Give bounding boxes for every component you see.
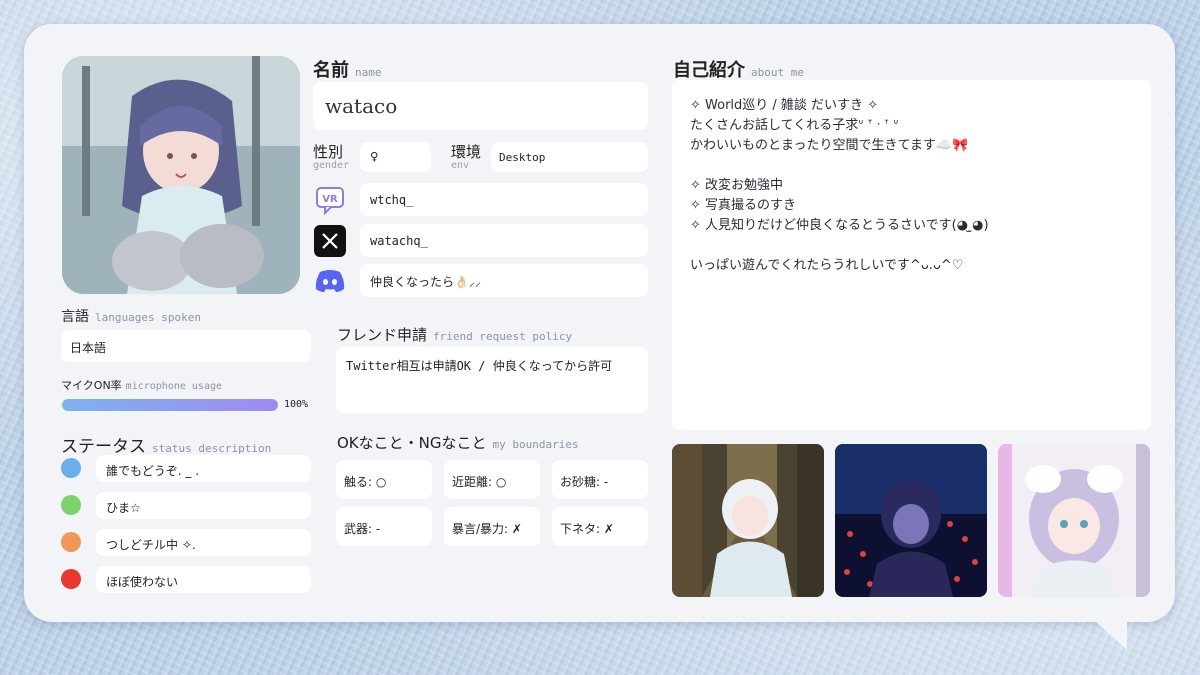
status-item: 誰でもどうぞ. _ . <box>96 455 311 482</box>
x-id-field: watachq_ <box>360 224 648 257</box>
about-line: たくさんお話してくれる子求ᐡ ᐪ ᐧ ᐪ ᐡ <box>690 118 899 133</box>
vrchat-icon: VR <box>314 184 346 216</box>
status-color-dot <box>61 569 81 589</box>
status-item-text: 誰でもどうぞ. _ . <box>106 464 200 478</box>
boundary-item-text: お砂糖: - <box>560 475 609 489</box>
avatar-photo <box>62 56 300 294</box>
env-sublabel: env <box>451 160 470 171</box>
mic-percent: 100% <box>284 399 309 410</box>
about-line: ✧ 改変お勉強中 <box>690 178 784 193</box>
about-field: ✧ World巡り / 雑談 だいすき ✧ たくさんお話してくれる子求ᐡ ᐪ ᐧ … <box>672 80 1151 430</box>
gallery-photo-3 <box>998 444 1150 597</box>
env-value: Desktop <box>499 151 546 164</box>
status-item: ひま☆ <box>96 492 311 519</box>
status-item-text: ひま☆ <box>106 501 141 515</box>
boundary-item: 近距離: ○ <box>444 460 540 499</box>
env-field: Desktop <box>491 142 648 172</box>
about-line: ✧ World巡り / 雑談 だいすき ✧ <box>690 98 879 113</box>
mic-progress-bar <box>62 399 278 411</box>
boundary-item-text: 下ネタ: ✗ <box>560 522 614 536</box>
env-label: 環境 <box>451 143 482 161</box>
status-color-dot <box>61 495 81 515</box>
languages-label: 言語 languages spoken <box>61 309 201 325</box>
about-line: いっぱい遊んでくれたらうれしいです^ᴗ.ᴗ^♡ <box>690 258 964 273</box>
status-item-text: つしどチル中 ✧. <box>106 538 196 552</box>
gallery-photo-1 <box>672 444 824 597</box>
about-line: ✧ 写真撮るのすき <box>690 198 797 213</box>
boundary-item-text: 暴言/暴力: ✗ <box>452 522 522 536</box>
boundary-item: 武器: - <box>336 507 432 546</box>
discord-field: 仲良くなったら👌🏻⸝⸝ <box>360 264 648 297</box>
speech-bubble-tail <box>1085 612 1127 650</box>
friend-policy-text: Twitter相互は申請OK / 仲良くなってから許可 <box>346 359 613 373</box>
friend-policy-field: Twitter相互は申請OK / 仲良くなってから許可 <box>336 347 648 413</box>
boundary-item-text: 触る: ○ <box>344 475 387 489</box>
boundary-item-text: 近距離: ○ <box>452 475 507 489</box>
about-line: ✧ 人見知りだけど仲良くなるとうるさいです(◕ ̫◕) <box>690 218 989 233</box>
about-label: 自己紹介 about me <box>673 60 804 81</box>
languages-field: 日本語 <box>61 330 311 362</box>
about-line <box>690 156 989 176</box>
name-field: wataco <box>313 82 648 130</box>
status-item: つしどチル中 ✧. <box>96 529 311 556</box>
mic-progress-fill <box>62 399 278 411</box>
boundary-item-text: 武器: - <box>344 522 381 536</box>
gender-sublabel: gender <box>313 160 350 171</box>
gallery-photo-2 <box>835 444 987 597</box>
name-label: 名前 name <box>313 60 382 81</box>
languages-value: 日本語 <box>70 341 107 355</box>
about-text: ✧ World巡り / 雑談 だいすき ✧ たくさんお話してくれる子求ᐡ ᐪ ᐧ … <box>690 96 989 276</box>
vrchat-id: wtchq_ <box>370 193 414 207</box>
boundary-item: 触る: ○ <box>336 460 432 499</box>
boundary-item: 下ネタ: ✗ <box>552 507 648 546</box>
about-line <box>690 236 989 256</box>
gender-value: ♀ <box>370 149 379 165</box>
x-logo-icon <box>314 225 346 257</box>
discord-icon <box>314 265 346 297</box>
name-value: wataco <box>325 94 398 118</box>
x-id: watachq_ <box>370 234 428 248</box>
boundary-item: お砂糖: - <box>552 460 648 499</box>
gender-label: 性別 <box>313 143 344 161</box>
status-item-text: ほぼ使わない <box>106 575 179 589</box>
svg-text:VR: VR <box>322 194 338 205</box>
status-color-dot <box>61 458 81 478</box>
boundaries-label: OKなこと・NGなこと my boundaries <box>337 434 579 452</box>
boundary-item: 暴言/暴力: ✗ <box>444 507 540 546</box>
about-line: かわいいものとまったり空間で生きてます☁️🎀 <box>690 138 969 153</box>
gender-field: ♀ <box>360 142 431 172</box>
status-color-dot <box>61 532 81 552</box>
vrchat-id-field: wtchq_ <box>360 183 648 216</box>
mic-label: マイクON率 microphone usage <box>61 379 222 392</box>
friend-label: フレンド申請 friend request policy <box>337 326 573 344</box>
status-label: ステータス status description <box>61 437 272 457</box>
status-item: ほぼ使わない <box>96 566 311 593</box>
discord-text: 仲良くなったら👌🏻⸝⸝ <box>370 275 481 289</box>
